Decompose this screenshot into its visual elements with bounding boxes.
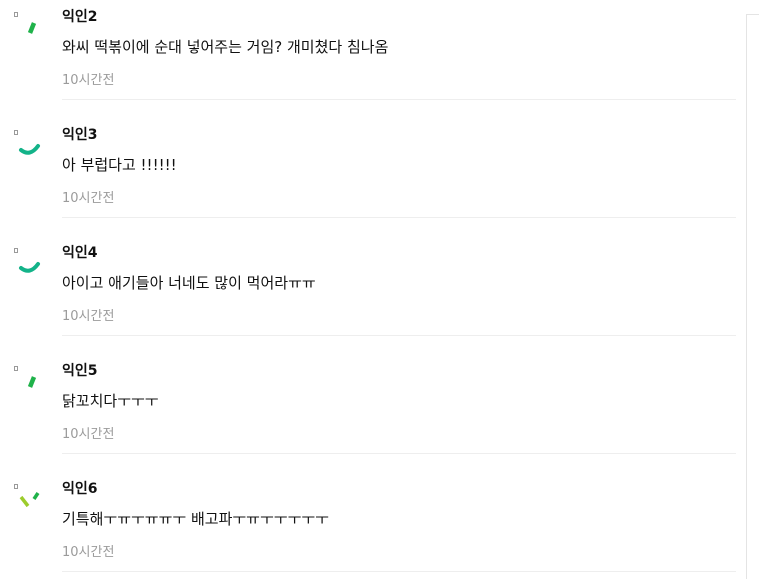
green-dash-icon[interactable] bbox=[18, 372, 46, 400]
comment-time: 10시간전 bbox=[62, 545, 115, 560]
comment-time: 10시간전 bbox=[62, 309, 115, 324]
divider bbox=[62, 571, 736, 572]
comment-time: 10시간전 bbox=[62, 427, 115, 442]
comment-item: 익인3 아 부럽다고 !!!!!! 10시간전 bbox=[0, 118, 736, 236]
comment-text: 아이고 애기들아 너네도 많이 먹어라ㅠㅠ bbox=[62, 274, 316, 292]
reply-marker-icon bbox=[14, 484, 18, 489]
comment-text: 기특해ㅜㅠㅜㅠㅠㅜ 배고파ㅜㅠㅜㅜㅜㅜㅜ bbox=[62, 510, 329, 528]
reply-marker-icon bbox=[14, 366, 18, 371]
comment-author[interactable]: 익인6 bbox=[62, 478, 98, 498]
divider bbox=[62, 453, 736, 454]
comment-item: 익인4 아이고 애기들아 너네도 많이 먹어라ㅠㅠ 10시간전 bbox=[0, 236, 736, 354]
comment-item: 익인2 와씨 떡볶이에 순대 넣어주는 거임? 개미쳤다 침나옴 10시간전 bbox=[0, 0, 736, 118]
divider bbox=[62, 217, 736, 218]
lime-check-icon[interactable] bbox=[18, 490, 46, 518]
comment-text: 닭꼬치다ㅜㅜㅜ bbox=[62, 392, 159, 410]
green-dash-icon[interactable] bbox=[18, 18, 46, 46]
divider bbox=[62, 99, 736, 100]
comment-author[interactable]: 익인2 bbox=[62, 6, 98, 26]
comment-time: 10시간전 bbox=[62, 191, 115, 206]
comment-page: 익인2 와씨 떡볶이에 순대 넣어주는 거임? 개미쳤다 침나옴 10시간전 익… bbox=[0, 0, 759, 579]
comment-text: 와씨 떡볶이에 순대 넣어주는 거임? 개미쳤다 침나옴 bbox=[62, 38, 389, 56]
reply-marker-icon bbox=[14, 12, 18, 17]
teal-arc-icon[interactable] bbox=[18, 132, 46, 160]
side-panel bbox=[746, 14, 759, 579]
teal-arc-icon[interactable] bbox=[18, 250, 46, 278]
comment-item: 익인6 기특해ㅜㅠㅜㅠㅠㅜ 배고파ㅜㅠㅜㅜㅜㅜㅜ 10시간전 bbox=[0, 472, 736, 579]
comment-time: 10시간전 bbox=[62, 73, 115, 88]
comment-text: 아 부럽다고 !!!!!! bbox=[62, 156, 177, 174]
divider bbox=[62, 335, 736, 336]
comment-author[interactable]: 익인5 bbox=[62, 360, 98, 380]
comment-item: 익인5 닭꼬치다ㅜㅜㅜ 10시간전 bbox=[0, 354, 736, 472]
comment-list: 익인2 와씨 떡볶이에 순대 넣어주는 거임? 개미쳤다 침나옴 10시간전 익… bbox=[0, 0, 736, 579]
comment-author[interactable]: 익인4 bbox=[62, 242, 98, 262]
comment-author[interactable]: 익인3 bbox=[62, 124, 98, 144]
